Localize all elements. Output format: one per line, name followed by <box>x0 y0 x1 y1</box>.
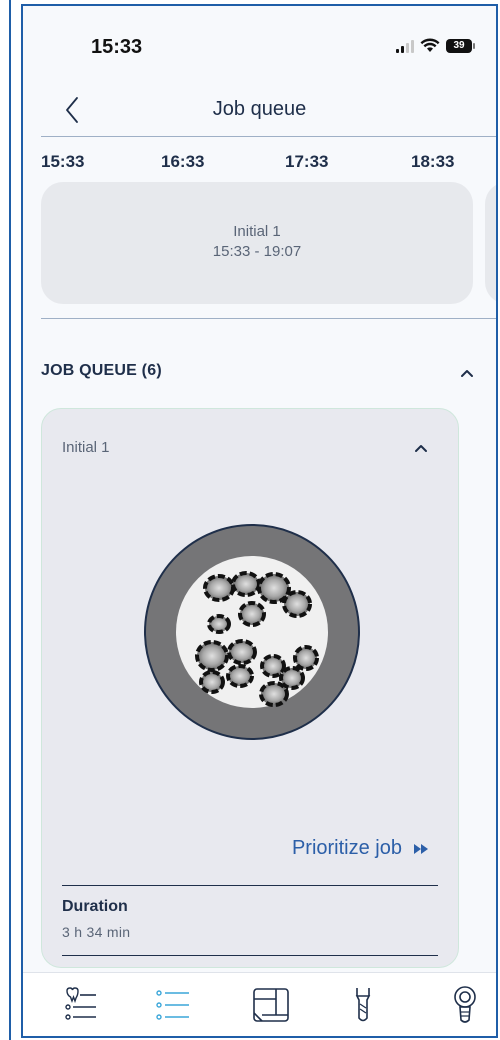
nested-tooth <box>227 639 257 665</box>
tab-job-list[interactable] <box>59 985 103 1025</box>
nested-tooth <box>260 654 286 678</box>
implant-icon <box>454 986 476 1023</box>
prioritize-job-label: Prioritize job <box>291 837 402 859</box>
prioritize-job-button[interactable]: Prioritize job <box>292 837 428 860</box>
timeline-tick: 15:33 <box>41 152 85 171</box>
duration-label: Duration <box>62 898 128 915</box>
nesting-disc-preview <box>144 524 360 740</box>
nav-divider <box>41 136 496 137</box>
status-icons: 39 <box>396 38 475 53</box>
tab-job-queue[interactable] <box>151 985 195 1025</box>
nested-tooth <box>207 614 231 634</box>
job-queue-header[interactable]: JOB QUEUE (6) <box>41 362 476 386</box>
nested-tooth <box>195 640 229 672</box>
tab-tools[interactable] <box>341 985 385 1025</box>
timeline-divider <box>41 318 496 319</box>
card-divider <box>62 885 438 886</box>
job-card-header[interactable]: Initial 1 <box>62 439 436 463</box>
timeline-job-name: Initial 1 <box>233 223 281 240</box>
status-bar: 15:33 39 <box>23 6 496 76</box>
page-title: Job queue <box>212 98 307 120</box>
timeline-job-card[interactable]: Initial 1 15:33 - 19:07 <box>41 182 473 304</box>
nested-tooth <box>203 574 235 602</box>
nested-tooth <box>231 571 261 597</box>
tab-implant[interactable] <box>443 985 487 1025</box>
tooth-list-icon <box>65 987 96 1020</box>
job-card-title: Initial 1 <box>62 439 110 456</box>
timeline-tick: 18:33 <box>411 152 455 171</box>
chevron-up-icon[interactable] <box>458 364 476 382</box>
drill-icon <box>355 988 371 1022</box>
timeline-tick: 16:33 <box>161 152 205 171</box>
fast-forward-icon <box>414 843 428 854</box>
nested-tooth <box>226 664 254 688</box>
battery-icon: 39 <box>446 38 475 53</box>
nested-tooth <box>199 670 225 694</box>
job-card[interactable]: Initial 1 Prioritize job Duration 3 h 34… <box>41 408 459 968</box>
queue-list-icon <box>156 990 189 1020</box>
nested-tooth <box>238 601 266 627</box>
nav-bar: Job queue <box>23 86 496 136</box>
nested-tooth <box>259 681 289 707</box>
wifi-icon <box>420 38 440 52</box>
card-divider <box>62 955 438 956</box>
chevron-up-icon[interactable] <box>412 439 430 457</box>
layout-icon <box>253 988 289 1022</box>
bottom-tab-bar <box>23 972 496 1036</box>
nested-tooth <box>293 645 319 671</box>
status-time: 15:33 <box>91 36 143 58</box>
timeline-next-job-card[interactable] <box>485 182 496 304</box>
phone-screen: 15:33 39 Job queue 15:33 16:33 17:33 18:… <box>21 4 498 1038</box>
timeline-ticks: 15:33 16:33 17:33 18:33 <box>23 152 496 176</box>
duration-value: 3 h 34 min <box>62 924 131 940</box>
signal-icon <box>396 39 414 53</box>
tab-layout[interactable] <box>249 985 293 1025</box>
timeline-tick: 17:33 <box>285 152 329 171</box>
nested-tooth <box>282 590 312 618</box>
outer-frame-left <box>0 0 11 1040</box>
job-queue-title: JOB QUEUE (6) <box>41 362 162 379</box>
timeline-job-time-range: 15:33 - 19:07 <box>212 243 302 260</box>
timeline[interactable]: 15:33 16:33 17:33 18:33 Initial 1 15:33 … <box>23 146 496 316</box>
